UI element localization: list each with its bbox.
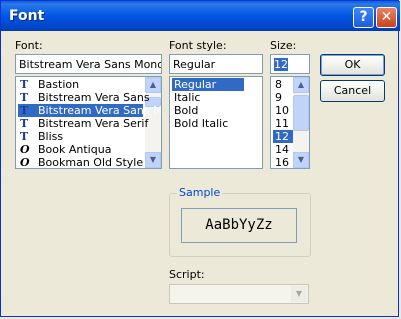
style-list-item[interactable]: Italic (172, 91, 244, 104)
opentype-font-icon: O (20, 156, 30, 169)
font-list-item-label: Bitstream Vera Serif (38, 117, 149, 130)
font-list-item[interactable]: O Book Antiqua (18, 143, 143, 156)
dialog-title: Font (9, 8, 45, 24)
scroll-down-icon[interactable]: ▼ (293, 152, 309, 168)
font-dialog: Font ? ✕ Font: Bitstream Vera Sans Mono … (0, 0, 400, 317)
style-list-item[interactable]: Bold (172, 104, 244, 117)
ok-button[interactable]: OK (320, 54, 385, 76)
style-list-item[interactable]: Regular (172, 78, 244, 91)
size-input-value: 12 (274, 58, 288, 71)
font-list-item[interactable]: O Bookman Old Style (18, 156, 144, 169)
close-button[interactable]: ✕ (376, 7, 397, 28)
size-list-item[interactable]: 14 (273, 143, 293, 156)
chevron-down-icon: ▼ (291, 286, 307, 302)
font-list-item[interactable]: T Bitstream Vera Sans M (18, 104, 161, 117)
font-list-item-label: Bitstream Vera Sans M (38, 104, 162, 117)
size-list-item[interactable]: 9 (273, 91, 293, 104)
cancel-button[interactable]: Cancel (320, 80, 385, 102)
scroll-down-icon[interactable]: ▼ (145, 152, 161, 168)
font-list-item-label: Bitstream Vera Sans (38, 91, 150, 104)
size-label: Size: (270, 39, 297, 52)
size-list-item[interactable]: 16 (273, 156, 293, 168)
truetype-font-icon: T (20, 78, 29, 91)
font-list-item[interactable]: T Bliss (18, 130, 143, 143)
font-name-input[interactable]: Bitstream Vera Sans Mono (15, 54, 162, 74)
help-button[interactable]: ? (353, 7, 374, 28)
font-style-label: Font style: (169, 39, 227, 52)
truetype-font-icon: T (20, 130, 29, 143)
script-select: ▼ (169, 284, 309, 304)
font-list-item-label: Bliss (38, 130, 64, 143)
font-label: Font: (15, 39, 43, 52)
sample-preview: AaBbYyZz (181, 208, 297, 243)
sample-title: Sample (177, 186, 223, 199)
size-list-item[interactable]: 10 (273, 104, 293, 117)
size-input[interactable]: 12 (270, 54, 310, 74)
scroll-up-icon[interactable]: ▲ (293, 77, 309, 93)
size-list-item[interactable]: 11 (273, 117, 293, 130)
truetype-font-icon: T (20, 104, 29, 117)
font-list-item[interactable]: T Bitstream Vera Sans (18, 91, 150, 104)
font-list-item[interactable]: T Bitstream Vera Serif (18, 117, 148, 130)
script-label: Script: (169, 268, 205, 281)
font-style-input[interactable]: Regular (169, 54, 263, 74)
title-bar[interactable]: Font ? ✕ (1, 1, 400, 31)
style-list-item[interactable]: Bold Italic (172, 117, 244, 130)
size-listbox[interactable]: ▲ ▼ 8 9 10 11 12 14 16 (270, 76, 310, 169)
font-list-item-label: Book Antiqua (38, 143, 112, 156)
font-style-listbox[interactable]: Regular Italic Bold Bold Italic (169, 76, 263, 169)
scroll-thumb[interactable] (293, 95, 309, 131)
size-list-item[interactable]: 8 (273, 78, 293, 91)
font-list-item-label: Bastion (38, 78, 80, 91)
font-list-item[interactable]: T Bastion (18, 78, 143, 91)
font-listbox[interactable]: ▲ ▼ T Bastion T Bitstream Vera Sans T Bitstre… (15, 76, 162, 169)
truetype-font-icon: T (20, 91, 29, 104)
truetype-font-icon: T (20, 117, 29, 130)
opentype-font-icon: O (20, 143, 30, 156)
size-list-item[interactable]: 12 (273, 130, 293, 143)
font-list-item-label: Bookman Old Style (38, 156, 144, 169)
size-list-scrollbar[interactable]: ▲ ▼ (293, 77, 309, 168)
